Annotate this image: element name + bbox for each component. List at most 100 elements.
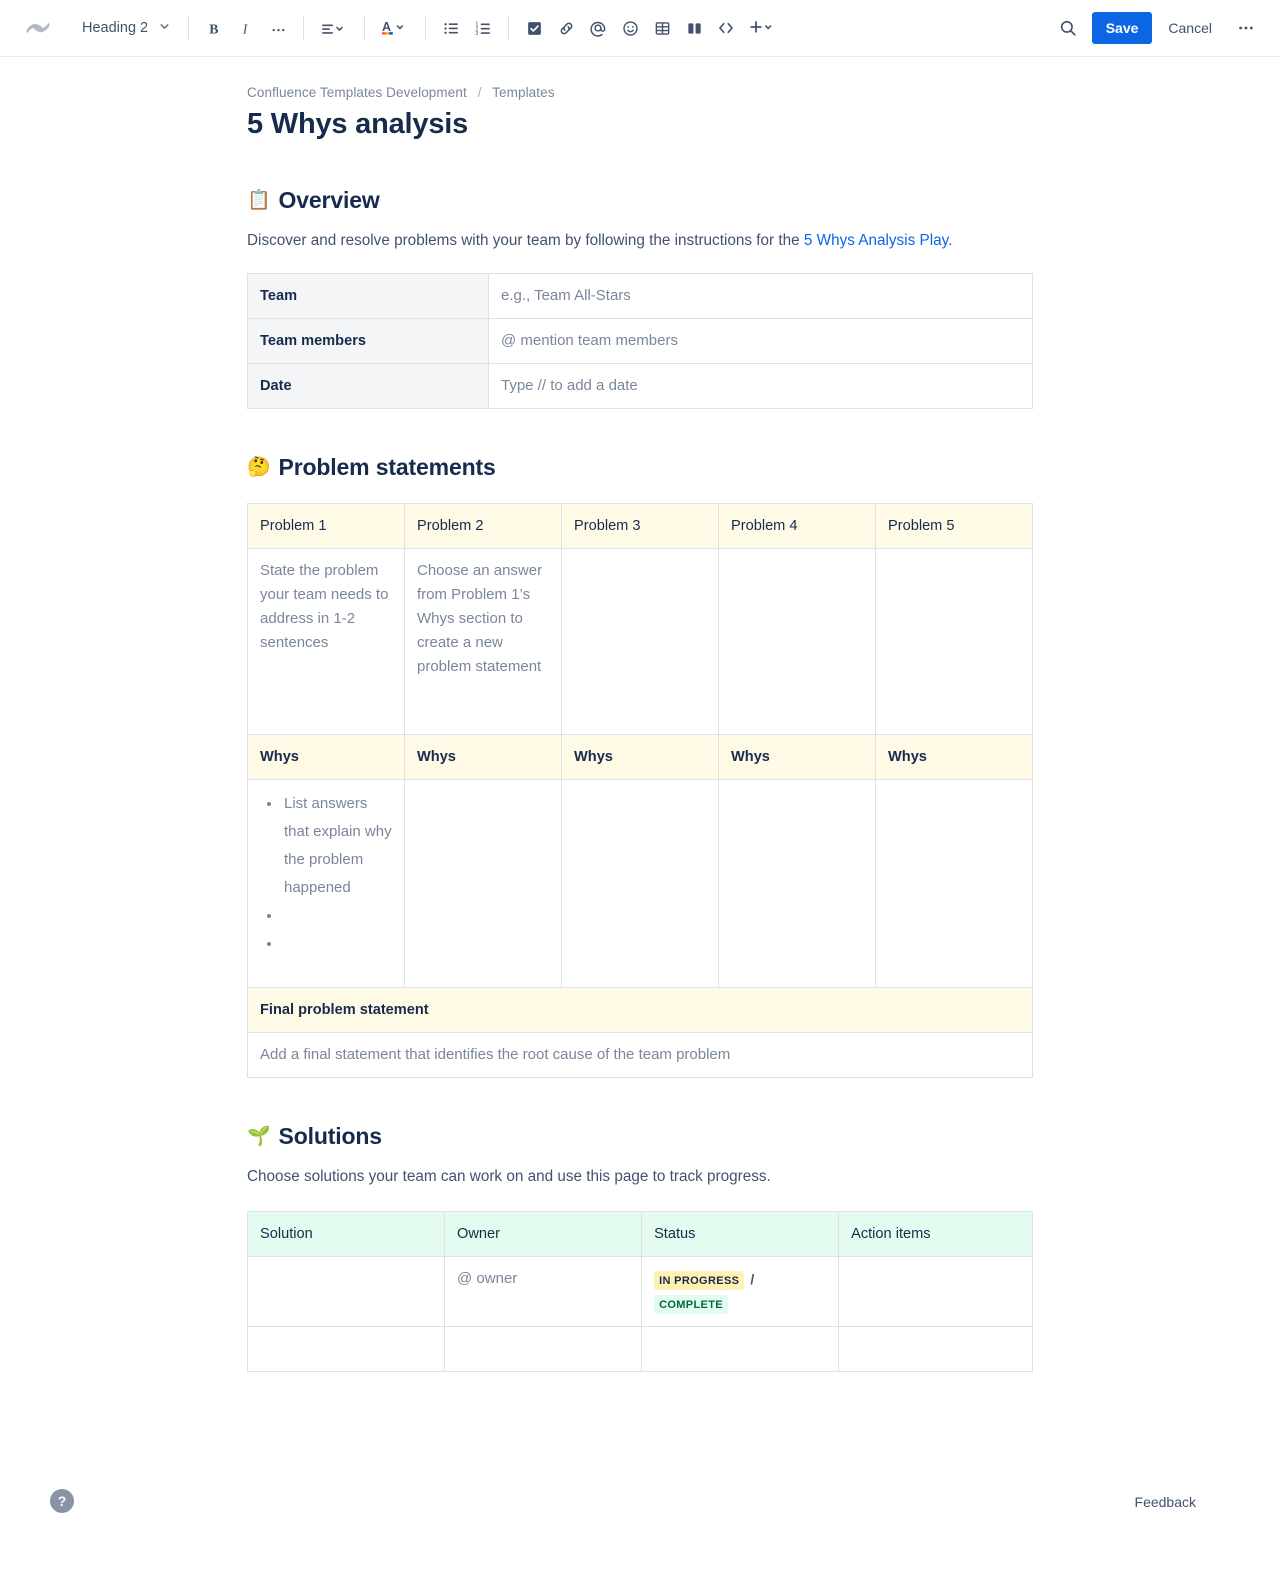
- problem-statements-heading-text: Problem statements: [279, 453, 496, 481]
- whys-header-5: Whys: [876, 735, 1033, 780]
- table-row: State the problem your team needs to add…: [248, 549, 1033, 735]
- cancel-button[interactable]: Cancel: [1156, 12, 1224, 44]
- action-items-cell[interactable]: [839, 1257, 1033, 1327]
- seedling-icon: 🌱: [247, 1127, 271, 1146]
- column-header-solution: Solution: [248, 1212, 445, 1257]
- table-row: List answers that explain why the proble…: [248, 780, 1033, 988]
- overview-table: Team e.g., Team All-Stars Team members @…: [247, 273, 1033, 409]
- table-button[interactable]: [646, 12, 678, 44]
- more-formatting-button[interactable]: [262, 12, 294, 44]
- thinking-face-icon: 🤔: [247, 458, 271, 477]
- svg-text:I: I: [241, 21, 248, 36]
- search-button[interactable]: [1052, 12, 1084, 44]
- table-row: Date Type // to add a date: [248, 364, 1033, 409]
- section-heading-solutions: 🌱 Solutions: [247, 1122, 1033, 1150]
- whys-header-4: Whys: [719, 735, 876, 780]
- breadcrumb-space[interactable]: Confluence Templates Development: [247, 85, 467, 100]
- column-header-problem-1: Problem 1: [248, 504, 405, 549]
- chevron-down-icon: [158, 20, 171, 37]
- page-content: Confluence Templates Development / Templ…: [247, 57, 1033, 1372]
- table-row: Add a final statement that identifies th…: [248, 1033, 1033, 1078]
- solution-cell[interactable]: [248, 1257, 445, 1327]
- mention-button[interactable]: [582, 12, 614, 44]
- column-header-problem-5: Problem 5: [876, 504, 1033, 549]
- table-row: Team members @ mention team members: [248, 319, 1033, 364]
- problem-statement-cell-4[interactable]: [719, 549, 876, 735]
- layout-button[interactable]: [678, 12, 710, 44]
- table-row: @ owner IN PROGRESS/COMPLETE: [248, 1257, 1033, 1327]
- final-problem-statement-header: Final problem statement: [248, 988, 1033, 1033]
- status-cell[interactable]: IN PROGRESS/COMPLETE: [642, 1257, 839, 1327]
- column-header-problem-4: Problem 4: [719, 504, 876, 549]
- solutions-description: Choose solutions your team can work on a…: [247, 1165, 1033, 1189]
- toolbar-divider: [188, 16, 189, 40]
- problem-statement-cell-1[interactable]: State the problem your team needs to add…: [248, 549, 405, 735]
- bullet-list-button[interactable]: [435, 12, 467, 44]
- section-heading-overview: 📋 Overview: [247, 186, 1033, 214]
- bold-button[interactable]: B: [198, 12, 230, 44]
- status-badge-complete[interactable]: COMPLETE: [654, 1295, 728, 1314]
- action-item-button[interactable]: [518, 12, 550, 44]
- problem-statement-cell-5[interactable]: [876, 549, 1033, 735]
- italic-button[interactable]: I: [230, 12, 262, 44]
- list-item[interactable]: [282, 930, 392, 958]
- overview-heading-text: Overview: [279, 186, 380, 214]
- clipboard-icon: 📋: [247, 191, 271, 210]
- question-mark-icon: ?: [58, 1493, 67, 1509]
- whys-list: List answers that explain why the proble…: [260, 790, 392, 958]
- list-item[interactable]: List answers that explain why the proble…: [282, 790, 392, 902]
- page-title[interactable]: 5 Whys analysis: [247, 106, 1033, 142]
- toolbar-divider: [364, 16, 365, 40]
- more-options-button[interactable]: [1230, 12, 1262, 44]
- list-item[interactable]: [282, 902, 392, 930]
- status-badge-in-progress[interactable]: IN PROGRESS: [654, 1271, 744, 1290]
- problem-statement-cell-2[interactable]: Choose an answer from Problem 1’s Whys s…: [405, 549, 562, 735]
- owner-cell[interactable]: [445, 1327, 642, 1372]
- column-header-action-items: Action items: [839, 1212, 1033, 1257]
- feedback-link[interactable]: Feedback: [1135, 1494, 1196, 1510]
- toolbar-divider: [303, 16, 304, 40]
- link-button[interactable]: [550, 12, 582, 44]
- column-header-status: Status: [642, 1212, 839, 1257]
- help-button[interactable]: ?: [50, 1489, 74, 1513]
- breadcrumb-parent[interactable]: Templates: [492, 85, 554, 100]
- svg-text:3: 3: [475, 31, 478, 37]
- toolbar-divider: [508, 16, 509, 40]
- overview-row-label: Team: [248, 274, 489, 319]
- whys-cell-1[interactable]: List answers that explain why the proble…: [248, 780, 405, 988]
- insert-button[interactable]: [742, 12, 784, 44]
- problem-statements-table: Problem 1 Problem 2 Problem 3 Problem 4 …: [247, 503, 1033, 1078]
- toolbar-divider: [425, 16, 426, 40]
- emoji-button[interactable]: [614, 12, 646, 44]
- final-problem-statement-value[interactable]: Add a final statement that identifies th…: [248, 1033, 1033, 1078]
- table-row: [248, 1327, 1033, 1372]
- whys-header-1: Whys: [248, 735, 405, 780]
- confluence-logo-icon[interactable]: [18, 8, 58, 48]
- overview-row-value[interactable]: e.g., Team All-Stars: [489, 274, 1033, 319]
- action-items-cell[interactable]: [839, 1327, 1033, 1372]
- text-align-button[interactable]: [313, 12, 355, 44]
- save-button[interactable]: Save: [1092, 12, 1153, 44]
- whys-cell-3[interactable]: [562, 780, 719, 988]
- whys-header-2: Whys: [405, 735, 562, 780]
- whys-cell-4[interactable]: [719, 780, 876, 988]
- status-cell[interactable]: [642, 1327, 839, 1372]
- numbered-list-button[interactable]: 1 2 3: [467, 12, 499, 44]
- overview-row-value[interactable]: @ mention team members: [489, 319, 1033, 364]
- text-style-select[interactable]: Heading 2: [72, 12, 179, 44]
- five-whys-play-link[interactable]: 5 Whys Analysis Play: [804, 232, 948, 249]
- table-row: Whys Whys Whys Whys Whys: [248, 735, 1033, 780]
- overview-description-after: .: [948, 232, 952, 249]
- code-button[interactable]: [710, 12, 742, 44]
- overview-description: Discover and resolve problems with your …: [247, 229, 1033, 253]
- overview-row-value[interactable]: Type // to add a date: [489, 364, 1033, 409]
- problem-statement-cell-3[interactable]: [562, 549, 719, 735]
- owner-cell[interactable]: @ owner: [445, 1257, 642, 1327]
- whys-cell-5[interactable]: [876, 780, 1033, 988]
- svg-text:B: B: [209, 21, 218, 36]
- overview-description-before: Discover and resolve problems with your …: [247, 232, 804, 249]
- text-color-button[interactable]: A: [374, 12, 416, 44]
- table-header-row: Problem 1 Problem 2 Problem 3 Problem 4 …: [248, 504, 1033, 549]
- whys-cell-2[interactable]: [405, 780, 562, 988]
- solution-cell[interactable]: [248, 1327, 445, 1372]
